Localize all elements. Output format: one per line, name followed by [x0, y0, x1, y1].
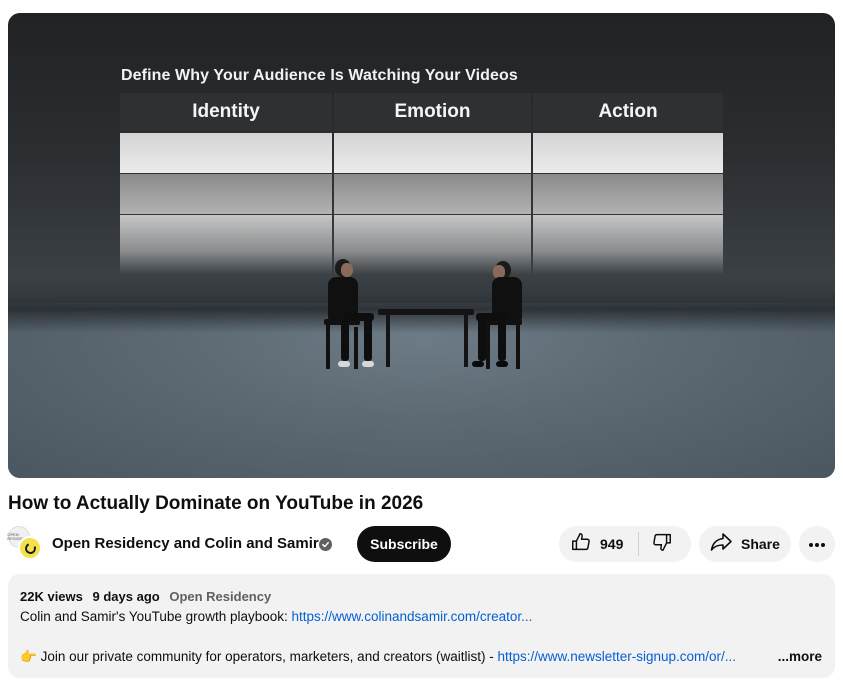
- more-horizontal-icon: [808, 535, 826, 553]
- verified-check-icon: [319, 538, 332, 551]
- pointing-hand-emoji: 👉: [20, 649, 37, 664]
- colin-and-samir-avatar[interactable]: [18, 536, 42, 560]
- slide-title: Define Why Your Audience Is Watching You…: [121, 67, 518, 84]
- share-arrow-icon: [709, 531, 733, 558]
- like-button[interactable]: 949: [559, 526, 639, 562]
- slide-column-identity: Identity: [120, 93, 332, 131]
- description-line-2: 👉 Join our private community for operato…: [20, 649, 737, 664]
- video-meta: 22K views 9 days ago Open Residency: [20, 589, 277, 604]
- slide-table: Identity Emotion Action: [120, 93, 723, 278]
- description-line-1: Colin and Samir's YouTube growth playboo…: [20, 609, 533, 624]
- description-box[interactable]: 22K views 9 days ago Open Residency Coli…: [8, 574, 835, 678]
- stage-table: [378, 309, 474, 315]
- newsletter-link[interactable]: https://www.newsletter-signup.com/or/...: [497, 649, 736, 664]
- view-count: 22K views: [20, 589, 83, 604]
- more-actions-button[interactable]: [799, 526, 835, 562]
- playbook-link[interactable]: https://www.colinandsamir.com/creator...: [292, 609, 533, 624]
- channel-name[interactable]: Open Residency and Colin and Samir: [52, 535, 319, 552]
- subscribe-button[interactable]: Subscribe: [357, 526, 451, 562]
- video-player[interactable]: Define Why Your Audience Is Watching You…: [8, 13, 835, 478]
- video-title: How to Actually Dominate on YouTube in 2…: [8, 493, 424, 514]
- slide-column-action: Action: [533, 93, 723, 131]
- share-button[interactable]: Share: [699, 526, 791, 562]
- slide-column-emotion: Emotion: [334, 93, 531, 131]
- like-count: 949: [600, 536, 624, 552]
- dislike-button[interactable]: [639, 526, 691, 562]
- thumbs-up-icon: [570, 531, 592, 558]
- channel-avatar[interactable]: OPEN RESIDENCY: [7, 526, 42, 560]
- thumbs-down-icon: [651, 531, 673, 558]
- share-label: Share: [741, 536, 780, 552]
- description-tag[interactable]: Open Residency: [169, 589, 271, 604]
- show-more-button[interactable]: ...more: [778, 649, 822, 664]
- like-dislike-group: 949: [559, 526, 691, 562]
- upload-age: 9 days ago: [92, 589, 160, 604]
